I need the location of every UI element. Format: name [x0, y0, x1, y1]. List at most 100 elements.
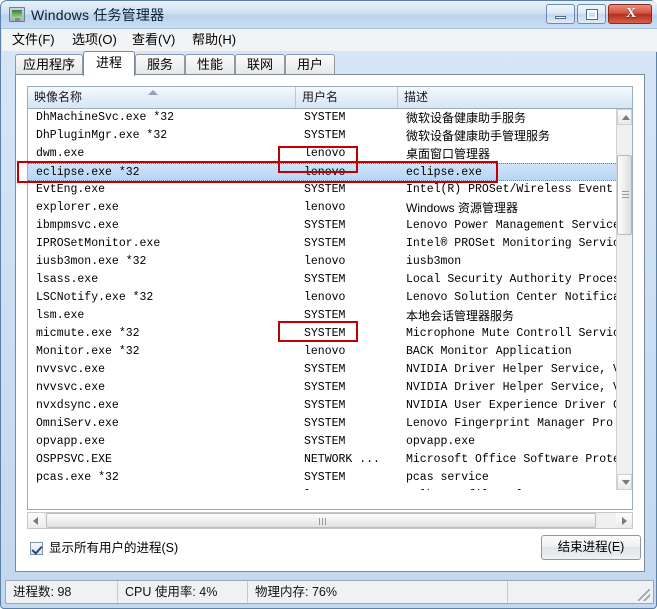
- cell-user-name: lenovo: [304, 201, 346, 214]
- tab-services[interactable]: 服务: [135, 54, 185, 75]
- tab-bar: 应用程序 进程 服务 性能 联网 用户: [15, 51, 645, 76]
- table-row[interactable]: opvapp.exe SYSTEM opvapp.exe: [28, 433, 618, 451]
- table-row[interactable]: IPROSetMonitor.exe SYSTEM Intel® PROSet Mo…: [28, 235, 618, 253]
- table-row[interactable]: lsm.exe SYSTEM 本地会话管理器服务: [28, 307, 618, 325]
- task-manager-window: Windows 任务管理器 X 文件(F) 选项(O) 查看(V) 帮助(H) …: [0, 0, 657, 609]
- cell-description: 桌面窗口管理器: [406, 147, 491, 161]
- vertical-scrollbar[interactable]: [616, 109, 632, 490]
- cell-image-name: nvxdsync.exe: [36, 399, 119, 412]
- menu-item-help[interactable]: 帮助(H): [188, 31, 240, 49]
- cell-description: 本地会话管理器服务: [406, 309, 515, 323]
- cell-image-name: explorer.exe: [36, 201, 119, 214]
- table-row[interactable]: OSPPSVC.EXE NETWORK ... Microsoft Office S…: [28, 451, 618, 469]
- taskmanager-monitor-icon: [9, 7, 25, 22]
- table-row[interactable]: eclipse.exe *32 lenovo eclipse.exe: [28, 163, 618, 181]
- column-header-user-name[interactable]: 用户名: [296, 87, 398, 108]
- cell-user-name: lenovo: [304, 487, 398, 490]
- cell-description: NVIDIA Driver Helper Service, Version: [406, 381, 618, 394]
- column-header-description[interactable]: 描述: [398, 87, 632, 108]
- cell-image-name: ibmpmsvc.exe: [36, 219, 119, 232]
- table-row[interactable]: DhMachineSvc.exe *32 SYSTEM 微软设备健康助手服务: [28, 109, 618, 127]
- cell-description: Lenovo Power Management Service: [406, 219, 618, 232]
- cell-image-name: iusb3mon.exe *32: [36, 255, 147, 268]
- cell-description: Lenovo Fingerprint Manager Pro Servi: [406, 417, 618, 430]
- scroll-down-arrow-icon[interactable]: [617, 474, 632, 490]
- process-list[interactable]: 映像名称 用户名 描述 DhMachineSvc.exe *32 SYSTEM 微软…: [27, 86, 633, 510]
- table-row[interactable]: lsass.exe SYSTEM Local Security Authority …: [28, 271, 618, 289]
- tab-performance[interactable]: 性能: [185, 54, 235, 75]
- process-rows: DhMachineSvc.exe *32 SYSTEM 微软设备健康助手服务 DhPl…: [28, 109, 618, 490]
- column-header-image-name[interactable]: 映像名称: [28, 87, 296, 108]
- close-button[interactable]: X: [608, 4, 652, 24]
- cell-image-name: dwm.exe: [36, 147, 85, 160]
- cell-description: Dolby Profile Selector: [406, 487, 618, 490]
- cell-user-name: SYSTEM: [304, 273, 346, 286]
- cell-description: Windows 资源管理器: [406, 201, 519, 215]
- scroll-up-arrow-icon[interactable]: [617, 109, 632, 125]
- sort-ascending-icon: [148, 90, 158, 95]
- table-row[interactable]: nvvsvc.exe SYSTEM NVIDIA Driver Helper Ser…: [28, 379, 618, 397]
- horizontal-scrollbar[interactable]: [27, 512, 633, 529]
- table-row[interactable]: pcas.exe *32 SYSTEM pcas service: [28, 469, 618, 487]
- cell-user-name: SYSTEM: [304, 435, 346, 448]
- cell-image-name: nvvsvc.exe: [36, 363, 106, 376]
- tab-processes[interactable]: 进程: [83, 51, 135, 76]
- cell-description: Intel(R) PROSet/Wireless Event Log Se: [406, 183, 618, 196]
- cell-user-name: SYSTEM: [304, 363, 346, 376]
- tab-networking[interactable]: 联网: [235, 54, 285, 75]
- table-row[interactable]: OmniServ.exe SYSTEM Lenovo Fingerprint Ma…: [28, 415, 618, 433]
- cell-user-name: lenovo: [304, 345, 346, 358]
- table-row[interactable]: dwm.exe lenovo 桌面窗口管理器: [28, 145, 618, 163]
- cell-image-name: opvapp.exe: [36, 435, 106, 448]
- cell-user-name: SYSTEM: [304, 237, 346, 250]
- table-row[interactable]: ibmpmsvc.exe SYSTEM Lenovo Power Managemen…: [28, 217, 618, 235]
- cell-image-name: eclipse.exe *32: [36, 166, 140, 179]
- table-row[interactable]: explorer.exe lenovo Windows 资源管理器: [28, 199, 618, 217]
- table-row[interactable]: micmute.exe *32 SYSTEM Microphone Mute Con…: [28, 325, 618, 343]
- status-memory-usage: 物理内存: 76%: [248, 581, 508, 603]
- horizontal-scroll-thumb[interactable]: [46, 513, 596, 528]
- cell-description: 微软设备健康助手服务: [406, 111, 527, 125]
- scroll-right-arrow-icon[interactable]: [616, 513, 632, 528]
- table-row[interactable]: LSCNotify.exe *32 lenovo Lenovo Solution C…: [28, 289, 618, 307]
- table-row[interactable]: nvxdsync.exe SYSTEM NVIDIA User Experience…: [28, 397, 618, 415]
- menu-item-file[interactable]: 文件(F): [8, 31, 59, 49]
- cell-user-name: SYSTEM: [304, 471, 346, 484]
- maximize-button[interactable]: [577, 4, 606, 24]
- table-row[interactable]: Monitor.exe *32 lenovo BACK Monitor Applic…: [28, 343, 618, 361]
- cell-user-name: NETWORK ...: [304, 453, 380, 466]
- end-task-button[interactable]: 结束进程(E): [541, 535, 641, 560]
- resize-grip-icon[interactable]: [638, 589, 650, 601]
- cell-description: opvapp.exe: [406, 435, 476, 448]
- cell-image-name: EvtEng.exe: [36, 183, 106, 196]
- table-row[interactable]: nvvsvc.exe SYSTEM NVIDIA Driver Helper Ser…: [28, 361, 618, 379]
- cell-image-name: pcee4.exe: [36, 487, 286, 490]
- vertical-scroll-thumb[interactable]: [617, 155, 632, 235]
- cell-user-name: SYSTEM: [304, 399, 346, 412]
- cell-user-name: SYSTEM: [304, 129, 346, 142]
- process-list-header: 映像名称 用户名 描述: [28, 87, 632, 109]
- table-row[interactable]: DhPluginMgr.exe *32 SYSTEM 微软设备健康助手管理服务: [28, 127, 618, 145]
- window-title: Windows 任务管理器: [31, 7, 165, 23]
- table-row[interactable]: pcee4.exe lenovo Dolby Profile Selector: [28, 487, 618, 490]
- cell-image-name: OSPPSVC.EXE: [36, 453, 112, 466]
- scroll-left-arrow-icon[interactable]: [28, 513, 44, 528]
- cell-description: eclipse.exe: [406, 166, 482, 179]
- status-spacer: [508, 581, 653, 603]
- table-row[interactable]: EvtEng.exe SYSTEM Intel(R) PROSet/Wireless…: [28, 181, 618, 199]
- cell-description: NVIDIA User Experience Driver Compone: [406, 399, 618, 412]
- menu-item-view[interactable]: 查看(V): [128, 31, 179, 49]
- cell-user-name: SYSTEM: [304, 327, 346, 340]
- tab-users[interactable]: 用户: [285, 54, 335, 75]
- tab-applications[interactable]: 应用程序: [15, 54, 83, 75]
- cell-description: NVIDIA Driver Helper Service, Version: [406, 363, 618, 376]
- minimize-button[interactable]: [546, 4, 575, 24]
- cell-image-name: IPROSetMonitor.exe: [36, 237, 161, 250]
- menu-item-options[interactable]: 选项(O): [68, 31, 121, 49]
- table-row[interactable]: iusb3mon.exe *32 lenovo iusb3mon: [28, 253, 618, 271]
- cell-user-name: lenovo: [304, 291, 346, 304]
- status-bar: 进程数: 98 CPU 使用率: 4% 物理内存: 76%: [5, 580, 654, 604]
- cell-description: 微软设备健康助手管理服务: [406, 129, 551, 143]
- client-area: 应用程序 进程 服务 性能 联网 用户 映像名称 用户名 描述 DhMachin…: [5, 51, 654, 575]
- cell-description: Local Security Authority Process: [406, 273, 618, 286]
